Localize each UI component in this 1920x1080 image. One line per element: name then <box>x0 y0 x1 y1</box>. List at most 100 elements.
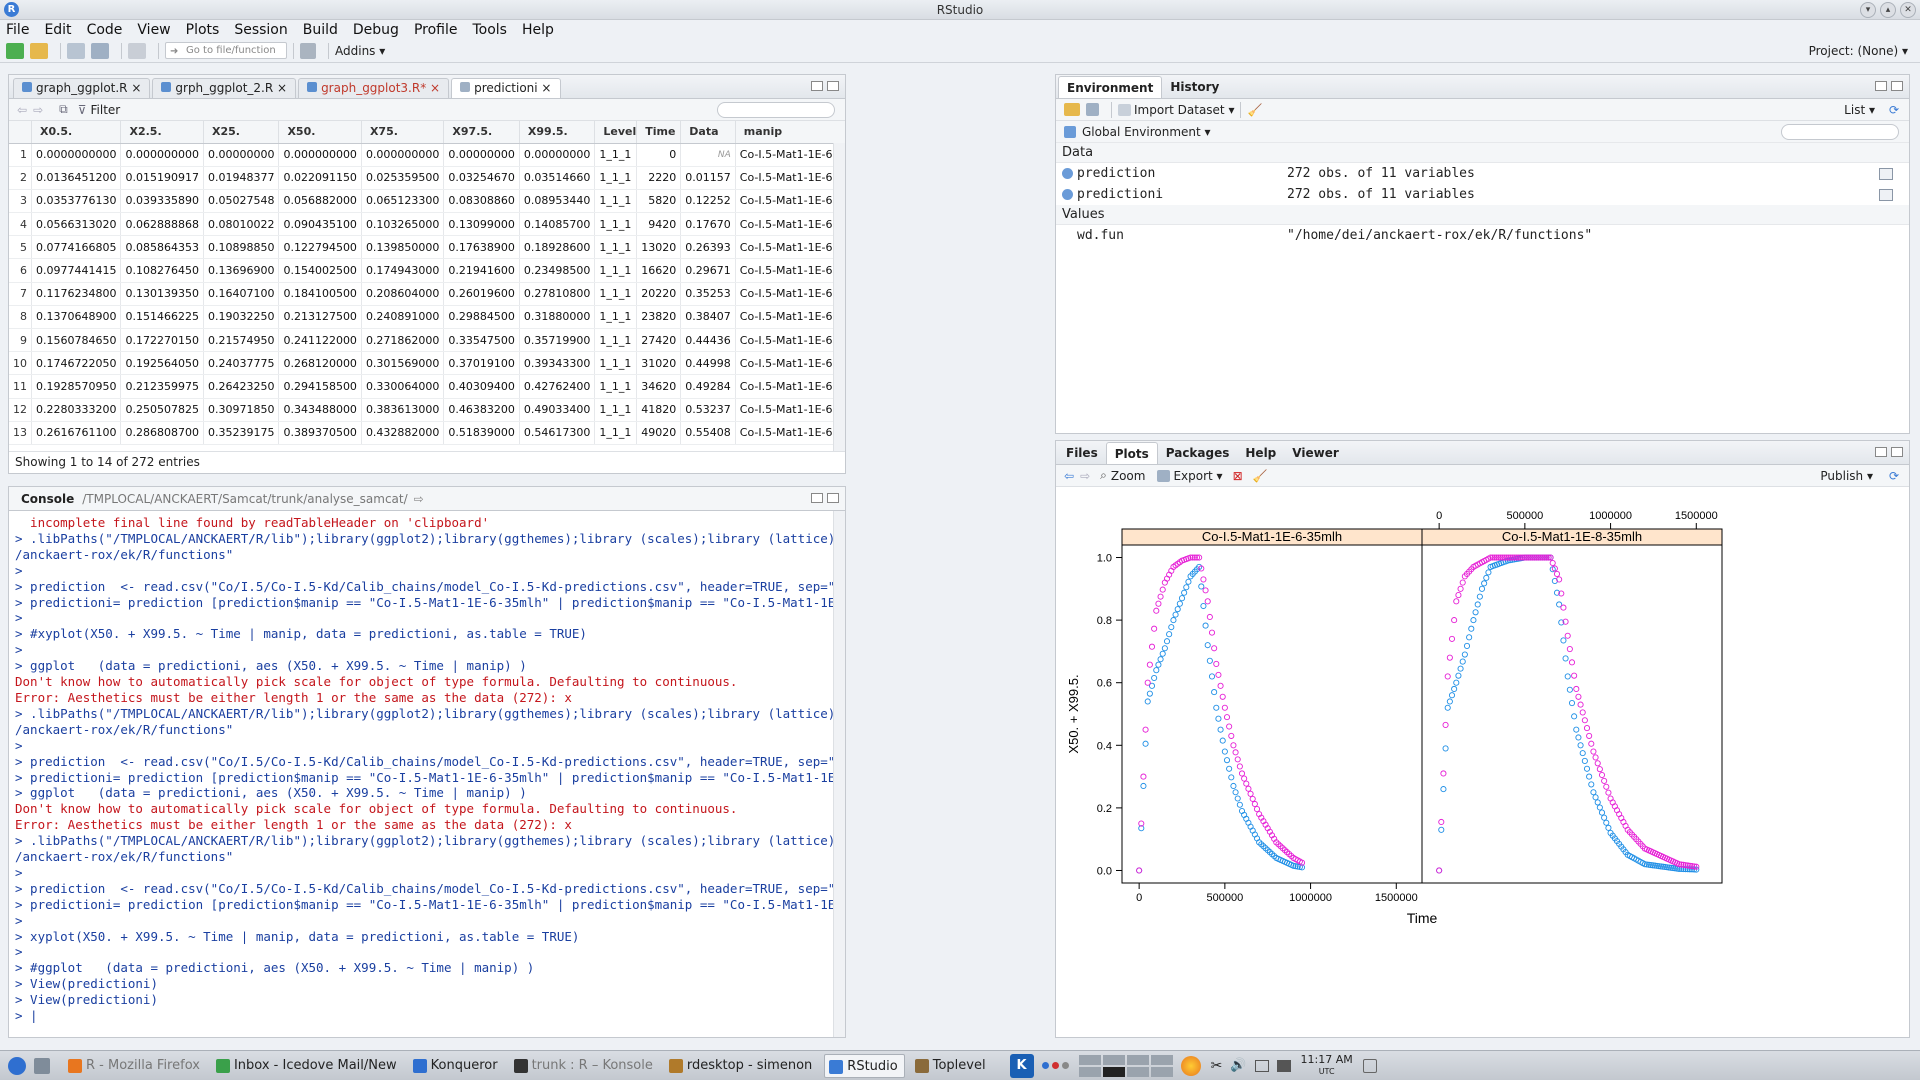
menu-build[interactable]: Build <box>303 22 338 38</box>
expand-object-icon[interactable] <box>1062 168 1073 179</box>
goto-dir-icon[interactable]: ⇨ <box>414 492 424 506</box>
menu-session[interactable]: Session <box>234 22 287 38</box>
source-tab[interactable]: graph_ggplot3.R* × <box>298 78 450 98</box>
maximize-pane-icon[interactable] <box>827 81 839 91</box>
menu-file[interactable]: File <box>6 22 29 38</box>
env-row[interactable]: wd.fun "/home/dei/anckaert-rox/ek/R/funct… <box>1056 225 1909 246</box>
filter-icon[interactable]: ⊽ <box>78 103 87 117</box>
refresh-plot-icon[interactable]: ⟳ <box>1889 469 1899 483</box>
volume-icon[interactable]: 🔊 <box>1230 1058 1246 1073</box>
filter-button[interactable]: Filter <box>91 103 121 117</box>
menu-edit[interactable]: Edit <box>44 22 71 38</box>
refresh-env-icon[interactable]: ⟳ <box>1889 103 1899 117</box>
env-row[interactable]: prediction 272 obs. of 11 variables <box>1056 163 1909 184</box>
column-header[interactable]: Level <box>594 121 638 144</box>
menu-profile[interactable]: Profile <box>414 22 458 38</box>
save-workspace-icon[interactable] <box>1086 103 1099 116</box>
publish-menu[interactable]: Publish ▾ <box>1820 469 1873 483</box>
column-header[interactable]: X25. <box>203 121 280 144</box>
firefox-launcher-icon[interactable] <box>1180 1055 1201 1076</box>
console-minimize-icon[interactable] <box>811 493 823 503</box>
print-icon[interactable] <box>128 42 146 59</box>
kde-logo-icon[interactable]: K <box>1009 1053 1034 1078</box>
open-file-icon[interactable] <box>30 42 48 59</box>
export-menu[interactable]: Export ▾ <box>1173 469 1222 483</box>
desktop-pager-icon[interactable] <box>34 1057 50 1074</box>
maximize-window-icon[interactable]: ▴ <box>1880 2 1896 18</box>
save-all-icon[interactable] <box>91 42 109 59</box>
tray-expand-icon[interactable] <box>1362 1058 1377 1073</box>
console-scrollbar[interactable] <box>833 511 845 1037</box>
global-environment-menu[interactable]: Global Environment ▾ <box>1082 125 1211 139</box>
source-tab[interactable]: predictioni × <box>451 78 561 98</box>
taskbar-item[interactable]: Inbox - Icedove Mail/New <box>212 1054 403 1078</box>
close-window-icon[interactable]: ✕ <box>1900 2 1916 18</box>
clear-broom-icon[interactable]: 🧹 <box>1247 103 1262 117</box>
menu-help[interactable]: Help <box>522 22 554 38</box>
env-row[interactable]: predictioni 272 obs. of 11 variables <box>1056 184 1909 205</box>
remove-plot-icon[interactable]: ⊠ <box>1233 469 1243 483</box>
console-output[interactable]: incomplete final line found by readTable… <box>9 511 845 1028</box>
tab-packages[interactable]: Packages <box>1158 442 1238 464</box>
column-header[interactable]: X0.5. <box>31 121 122 144</box>
minimize-window-icon[interactable]: ▾ <box>1860 2 1876 18</box>
minimize-pane-icon[interactable] <box>811 81 823 91</box>
menu-plots[interactable]: Plots <box>186 22 220 38</box>
save-icon[interactable] <box>67 42 85 59</box>
column-header[interactable]: X2.5. <box>120 121 204 144</box>
menu-view[interactable]: View <box>137 22 170 38</box>
tab-viewer[interactable]: Viewer <box>1284 442 1346 464</box>
taskbar-item[interactable]: Konqueror <box>409 1054 504 1078</box>
zoom-button[interactable]: Zoom <box>1111 469 1146 483</box>
go-to-file-input[interactable]: ➜ Go to file/function <box>165 42 287 59</box>
column-header[interactable]: X50. <box>278 121 362 144</box>
expand-object-icon[interactable] <box>1062 189 1073 200</box>
clock[interactable]: 11:17 AM UTC <box>1301 1053 1353 1078</box>
virtual-desktops[interactable] <box>1078 1054 1173 1077</box>
env-maximize-icon[interactable] <box>1891 81 1903 91</box>
env-minimize-icon[interactable] <box>1875 81 1887 91</box>
source-tab[interactable]: graph_ggplot.R × <box>13 78 151 98</box>
load-workspace-icon[interactable] <box>1064 103 1080 116</box>
column-header[interactable]: X97.5. <box>443 121 520 144</box>
plots-maximize-icon[interactable] <box>1891 447 1903 457</box>
pane-layout-icon[interactable] <box>300 42 316 59</box>
source-tab[interactable]: grph_ggplot_2.R × <box>152 78 297 98</box>
back-arrow-icon[interactable]: ⇦ <box>17 103 27 117</box>
column-header[interactable]: manip <box>735 121 845 144</box>
menu-debug[interactable]: Debug <box>353 22 399 38</box>
list-view-menu[interactable]: List ▾ <box>1844 103 1875 117</box>
data-search-input[interactable] <box>717 102 835 118</box>
view-data-icon[interactable] <box>1879 188 1893 201</box>
env-search-input[interactable] <box>1781 124 1899 140</box>
kde-menu-icon[interactable] <box>8 1056 26 1075</box>
menu-code[interactable]: Code <box>87 22 123 38</box>
taskbar-item[interactable]: RStudio <box>824 1053 905 1078</box>
menu-tools[interactable]: Tools <box>472 22 507 38</box>
activity-dots-icon[interactable] <box>1041 1062 1069 1069</box>
new-file-icon[interactable] <box>6 42 24 59</box>
taskbar-item[interactable]: rdesktop - simenon <box>665 1054 818 1078</box>
forward-arrow-icon[interactable]: ⇨ <box>33 103 43 117</box>
project-menu[interactable]: Project: (None) ▾ <box>1809 44 1908 58</box>
taskbar-item[interactable]: R - Mozilla Firefox <box>64 1054 206 1078</box>
taskbar-item[interactable]: Toplevel <box>911 1054 992 1078</box>
popout-icon[interactable]: ⧉ <box>59 102 68 117</box>
taskbar-item[interactable]: trunk : R – Konsole <box>510 1054 659 1078</box>
console-maximize-icon[interactable] <box>827 493 839 503</box>
clear-plots-broom-icon[interactable]: 🧹 <box>1253 469 1268 483</box>
tab-plots[interactable]: Plots <box>1105 442 1158 464</box>
view-data-icon[interactable] <box>1879 167 1893 180</box>
column-header[interactable]: Data <box>680 121 736 144</box>
tab-history[interactable]: History <box>1162 76 1227 98</box>
column-header[interactable]: X99.5. <box>519 121 596 144</box>
data-scrollbar[interactable] <box>833 143 845 451</box>
next-plot-icon[interactable]: ⇨ <box>1080 469 1090 483</box>
clipboard-icon[interactable] <box>1254 1059 1269 1072</box>
column-header[interactable]: X75. <box>361 121 445 144</box>
tab-help[interactable]: Help <box>1237 442 1284 464</box>
tab-environment[interactable]: Environment <box>1058 76 1163 98</box>
addins-menu[interactable]: Addins ▾ <box>335 44 385 58</box>
prev-plot-icon[interactable]: ⇦ <box>1064 469 1074 483</box>
plots-minimize-icon[interactable] <box>1875 447 1887 457</box>
